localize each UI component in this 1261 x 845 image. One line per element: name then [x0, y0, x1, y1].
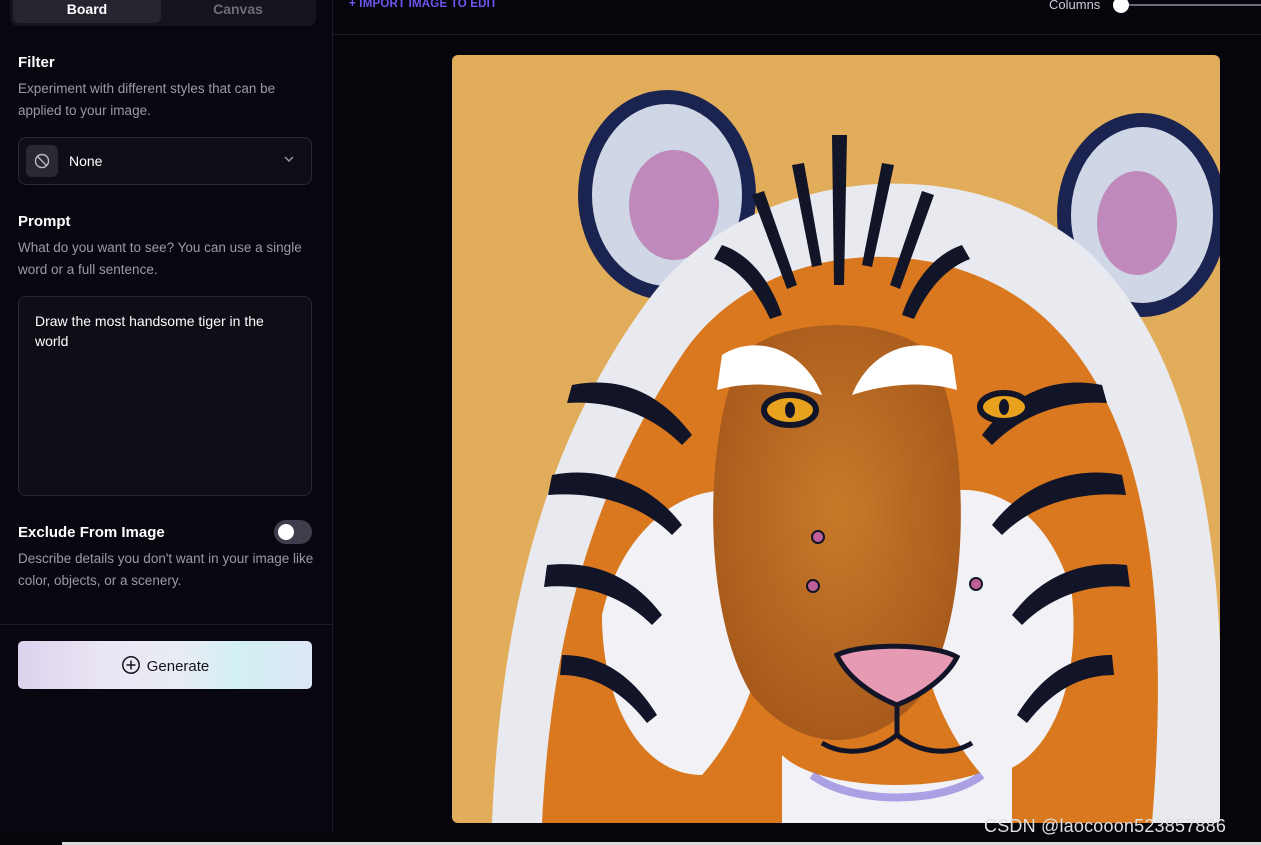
generate-button[interactable]: Generate: [18, 641, 312, 689]
toggle-knob: [278, 524, 294, 540]
prompt-heading: Prompt: [18, 213, 71, 230]
filter-select[interactable]: None: [18, 137, 312, 185]
prompt-input[interactable]: Draw the most handsome tiger in the worl…: [18, 296, 312, 496]
generate-label: Generate: [146, 658, 210, 675]
watermark: CSDN @laocooon523857886: [984, 816, 1227, 836]
tab-canvas[interactable]: Canvas: [164, 0, 312, 23]
generate-button-content: Generate: [18, 655, 312, 675]
plus-circle-icon: [121, 656, 140, 674]
chevron-down-icon: [283, 150, 295, 175]
exclude-toggle[interactable]: [274, 520, 312, 544]
divider: [0, 624, 332, 625]
sidebar: Board Canvas Filter Experiment with diff…: [0, 0, 333, 832]
toolbar: + IMPORT IMAGE TO EDIT Columns: [333, 0, 1261, 35]
import-image-link[interactable]: + IMPORT IMAGE TO EDIT: [349, 0, 497, 10]
columns-label: Columns: [1049, 0, 1101, 12]
filter-description: Experiment with different styles that ca…: [18, 81, 276, 118]
view-switcher: Board Canvas: [10, 0, 316, 26]
exclude-heading: Exclude From Image: [18, 524, 165, 541]
generated-image[interactable]: [452, 55, 1220, 823]
filter-heading: Filter: [18, 54, 55, 71]
prompt-description: What do you want to see? You can use a s…: [18, 240, 302, 277]
tab-board[interactable]: Board: [13, 0, 161, 23]
tiger-illustration: [452, 55, 1220, 823]
columns-slider-knob[interactable]: [1113, 0, 1129, 13]
prompt-text: Draw the most handsome tiger in the worl…: [35, 313, 264, 349]
filter-selected-value: None: [69, 153, 103, 169]
exclude-description: Describe details you don't want in your …: [18, 551, 314, 588]
columns-slider-track[interactable]: [1121, 4, 1261, 6]
ban-icon: [26, 145, 58, 177]
